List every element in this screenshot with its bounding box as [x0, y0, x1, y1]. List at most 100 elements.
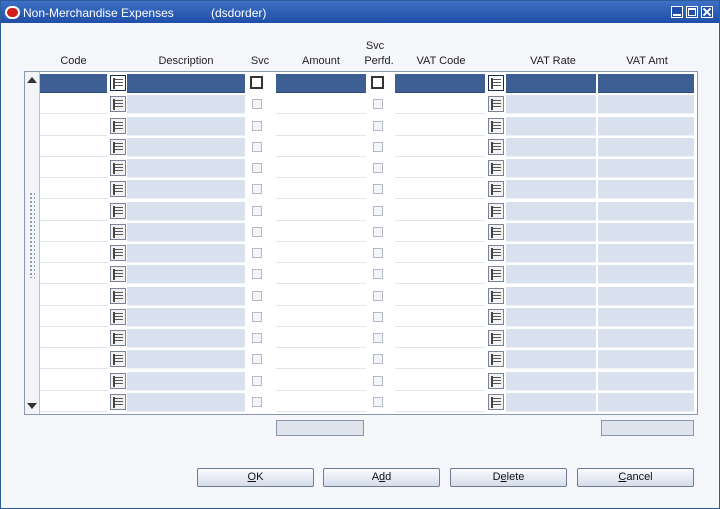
code-cell[interactable]	[40, 116, 107, 136]
code-cell[interactable]	[40, 307, 107, 327]
code-lov-icon[interactable]	[110, 287, 126, 304]
code-cell[interactable]	[40, 371, 107, 391]
svc-perfd-checkbox[interactable]	[373, 269, 383, 280]
maximize-icon[interactable]	[686, 6, 698, 18]
table-row[interactable]	[40, 158, 695, 179]
amount-cell[interactable]	[276, 74, 366, 93]
svc-perfd-checkbox[interactable]	[373, 163, 383, 173]
svc-checkbox[interactable]	[252, 311, 262, 322]
svc-perfd-checkbox[interactable]	[373, 311, 383, 322]
svc-checkbox[interactable]	[252, 163, 262, 173]
amount-cell[interactable]	[276, 137, 366, 157]
vat-code-cell[interactable]	[395, 286, 485, 306]
svc-checkbox[interactable]	[252, 354, 262, 365]
table-row[interactable]	[40, 94, 695, 115]
code-lov-icon[interactable]	[110, 266, 126, 283]
code-lov-icon[interactable]	[110, 330, 126, 346]
table-row[interactable]	[40, 201, 695, 222]
amount-cell[interactable]	[276, 95, 366, 115]
vat-code-lov-icon[interactable]	[488, 266, 504, 283]
amount-cell[interactable]	[276, 201, 366, 221]
vat-code-cell[interactable]	[395, 116, 485, 136]
amount-cell[interactable]	[276, 286, 366, 306]
code-cell[interactable]	[40, 95, 107, 115]
vat-code-cell[interactable]	[395, 74, 485, 93]
table-row[interactable]	[40, 371, 695, 392]
code-lov-icon[interactable]	[110, 202, 126, 219]
scroll-down-icon[interactable]	[27, 403, 37, 409]
vat-code-cell[interactable]	[395, 244, 485, 263]
svc-perfd-checkbox[interactable]	[373, 375, 383, 386]
code-lov-icon[interactable]	[110, 393, 126, 410]
title-bar[interactable]: Non-Merchandise Expenses (dsdorder)	[1, 1, 719, 23]
amount-cell[interactable]	[276, 159, 366, 178]
add-button[interactable]: Add	[323, 468, 440, 487]
vat-code-lov-icon[interactable]	[488, 330, 504, 346]
vat-code-cell[interactable]	[395, 307, 485, 327]
code-lov-icon[interactable]	[110, 117, 126, 134]
svc-perfd-checkbox[interactable]	[373, 226, 383, 237]
code-lov-icon[interactable]	[110, 372, 126, 389]
svc-checkbox[interactable]	[252, 99, 262, 110]
vat-code-lov-icon[interactable]	[488, 308, 504, 325]
svc-perfd-checkbox[interactable]	[373, 290, 383, 301]
svc-perfd-checkbox[interactable]	[373, 205, 383, 216]
vat-code-cell[interactable]	[395, 159, 485, 178]
svc-checkbox[interactable]	[250, 76, 263, 89]
table-row[interactable]	[40, 392, 695, 413]
table-row[interactable]	[40, 307, 695, 328]
svc-perfd-checkbox[interactable]	[373, 184, 383, 195]
svc-checkbox[interactable]	[252, 226, 262, 237]
amount-cell[interactable]	[276, 244, 366, 263]
svc-perfd-checkbox[interactable]	[373, 333, 383, 343]
vat-code-lov-icon[interactable]	[488, 223, 504, 240]
vat-code-lov-icon[interactable]	[488, 96, 504, 113]
svc-checkbox[interactable]	[252, 248, 262, 258]
vat-code-lov-icon[interactable]	[488, 287, 504, 304]
vat-code-lov-icon[interactable]	[488, 372, 504, 389]
svc-checkbox[interactable]	[252, 375, 262, 386]
table-row[interactable]	[40, 222, 695, 243]
vat-code-lov-icon[interactable]	[488, 138, 504, 155]
svc-checkbox[interactable]	[252, 396, 262, 407]
code-cell[interactable]	[40, 137, 107, 157]
code-lov-icon[interactable]	[110, 138, 126, 155]
svc-checkbox[interactable]	[252, 333, 262, 343]
ok-button[interactable]: OK	[197, 468, 314, 487]
code-cell[interactable]	[40, 74, 107, 93]
vat-code-cell[interactable]	[395, 201, 485, 221]
table-row[interactable]	[40, 349, 695, 370]
code-cell[interactable]	[40, 350, 107, 370]
vat-code-cell[interactable]	[395, 137, 485, 157]
svc-checkbox[interactable]	[252, 269, 262, 280]
amount-cell[interactable]	[276, 371, 366, 391]
code-lov-icon[interactable]	[110, 160, 126, 176]
amount-cell[interactable]	[276, 116, 366, 136]
code-cell[interactable]	[40, 159, 107, 178]
code-cell[interactable]	[40, 329, 107, 348]
code-lov-icon[interactable]	[110, 75, 126, 91]
vertical-scrollbar[interactable]	[25, 72, 40, 414]
vat-code-cell[interactable]	[395, 350, 485, 370]
vat-code-lov-icon[interactable]	[488, 202, 504, 219]
vat-code-lov-icon[interactable]	[488, 245, 504, 261]
amount-cell[interactable]	[276, 329, 366, 348]
table-row[interactable]	[40, 328, 695, 349]
code-cell[interactable]	[40, 265, 107, 285]
svc-perfd-checkbox[interactable]	[373, 120, 383, 131]
svc-checkbox[interactable]	[252, 205, 262, 216]
scroll-up-icon[interactable]	[27, 77, 37, 83]
close-icon[interactable]	[701, 6, 713, 18]
vat-code-cell[interactable]	[395, 392, 485, 412]
vat-code-lov-icon[interactable]	[488, 351, 504, 368]
code-cell[interactable]	[40, 222, 107, 242]
svc-perfd-checkbox[interactable]	[373, 248, 383, 258]
svc-checkbox[interactable]	[252, 120, 262, 131]
minimize-icon[interactable]	[671, 6, 683, 18]
vat-code-lov-icon[interactable]	[488, 181, 504, 198]
svc-perfd-checkbox[interactable]	[373, 396, 383, 407]
amount-cell[interactable]	[276, 222, 366, 242]
code-lov-icon[interactable]	[110, 223, 126, 240]
vat-code-lov-icon[interactable]	[488, 117, 504, 134]
svc-perfd-checkbox[interactable]	[373, 99, 383, 110]
